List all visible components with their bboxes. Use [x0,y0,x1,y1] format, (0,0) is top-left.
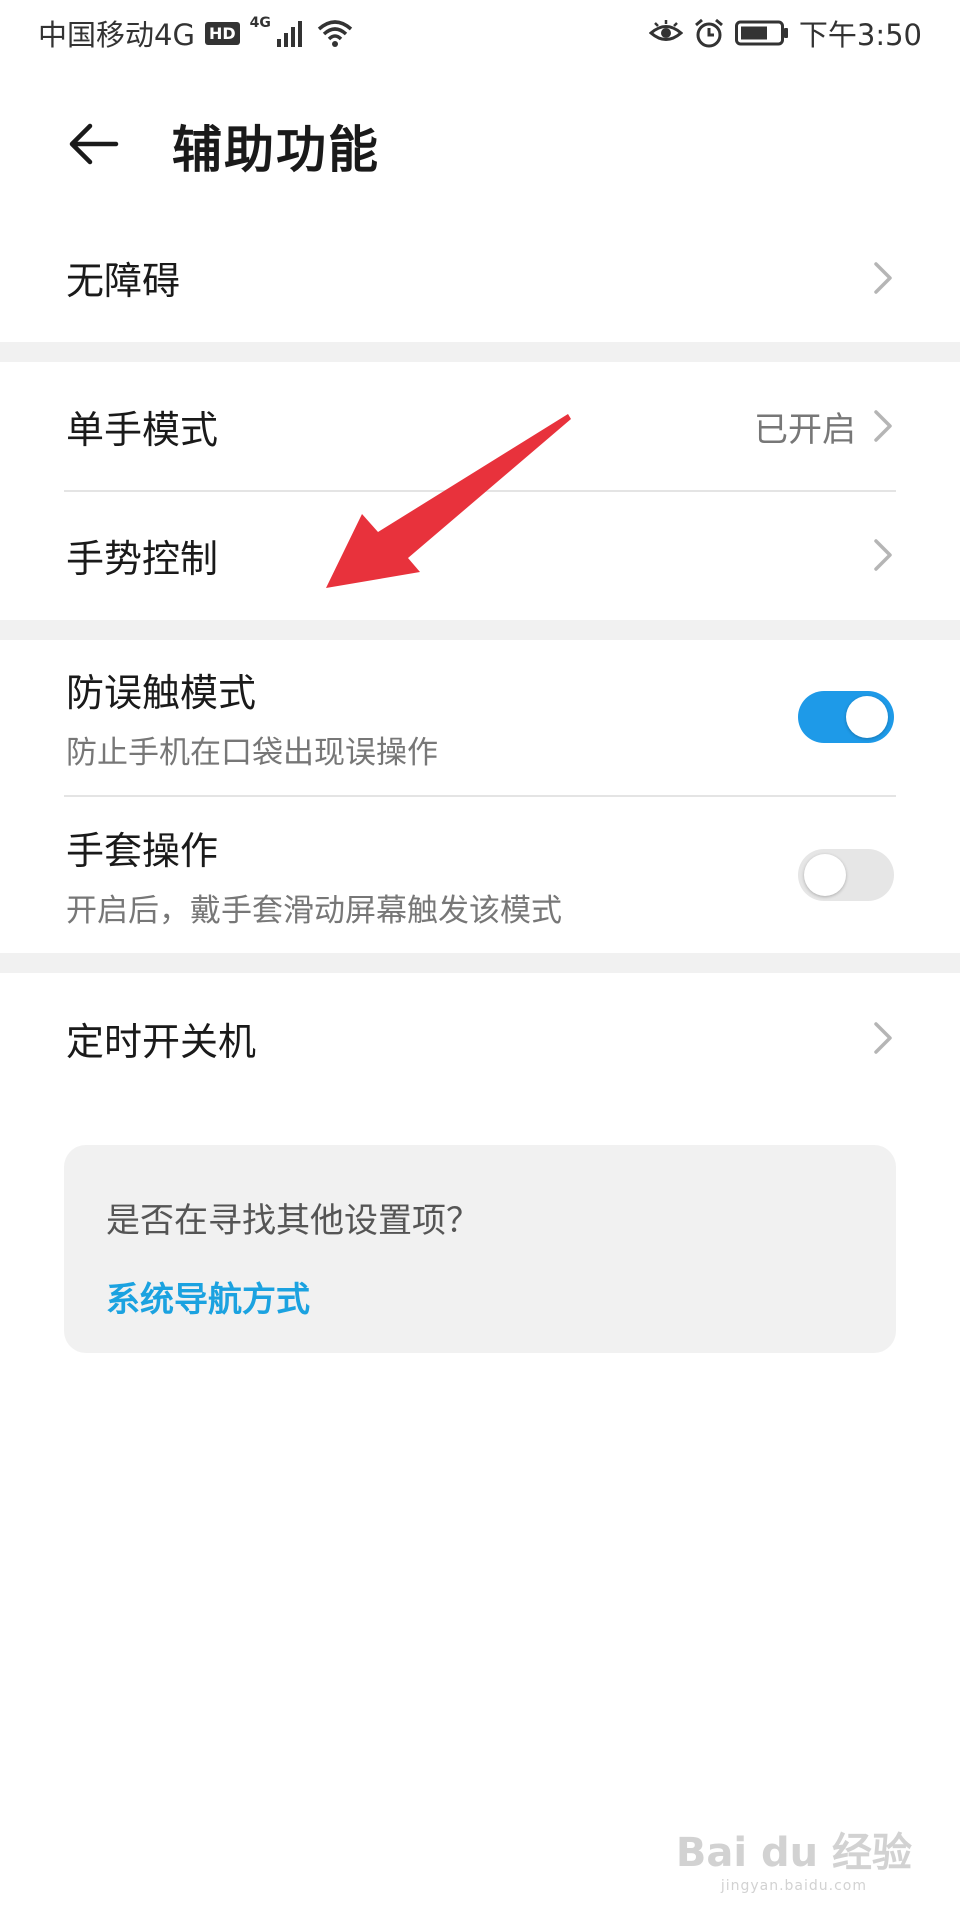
row-label: 手套操作 [66,829,219,873]
page-title: 辅助功能 [172,121,380,179]
row-value: 已开启 [754,409,856,450]
row-description: 开启后，戴手套滑动屏幕触发该模式 [66,893,562,929]
wifi-icon [317,19,353,47]
status-left: 中国移动4G HD 4G [38,12,353,54]
hint-card: 是否在寻找其他设置项？ 系统导航方式 [64,1145,896,1353]
back-arrow-icon [69,123,119,165]
anti-mistouch-toggle[interactable] [798,691,894,743]
row-label: 防误触模式 [66,671,257,715]
battery-icon [734,20,789,46]
hd-badge: HD [204,21,240,45]
clock-text: 下午3:50 [798,18,922,52]
row-label: 无障碍 [66,259,181,303]
row-label: 手势控制 [66,536,219,581]
page-header: 辅助功能 [0,92,960,192]
watermark-url: jingyan.baidu.com [720,1878,868,1894]
chevron-right-icon [874,410,892,442]
back-button[interactable] [66,116,122,172]
row-label: 单手模式 [66,407,219,452]
status-bar: 中国移动4G HD 4G 下午3:50 [0,0,960,66]
annotation-arrow-icon [326,414,571,588]
row-accessibility[interactable]: 无障碍 [0,215,960,340]
alarm-icon [693,17,725,49]
row-anti-mistouch: 防误触模式 防止手机在口袋出现误操作 [0,640,960,794]
chevron-right-icon [874,261,892,294]
eye-icon [648,20,683,46]
section-gap [0,620,960,640]
status-right: 下午3:50 [648,12,922,54]
carrier-text: 中国移动4G [38,18,195,52]
row-label: 定时开关机 [66,1019,257,1064]
signal-icon [275,19,307,47]
glove-mode-toggle[interactable] [798,849,894,901]
watermark-logo: Bai du 经验 jingyan.baidu.com [676,1820,912,1894]
row-description: 防止手机在口袋出现误操作 [66,735,438,771]
row-glove-mode: 手套操作 开启后，戴手套滑动屏幕触发该模式 [0,797,960,953]
section-gap [0,342,960,362]
watermark-brand: Bai du 经验 [675,1830,912,1876]
hint-question: 是否在寻找其他设置项？ [106,1201,480,1241]
section-gap [0,953,960,973]
chevron-right-icon [874,1022,892,1054]
system-navigation-link[interactable]: 系统导航方式 [106,1272,310,1321]
signal-4g-label: 4G [249,15,271,31]
row-scheduled-power[interactable]: 定时开关机 [0,973,960,1103]
chevron-right-icon [874,539,892,571]
